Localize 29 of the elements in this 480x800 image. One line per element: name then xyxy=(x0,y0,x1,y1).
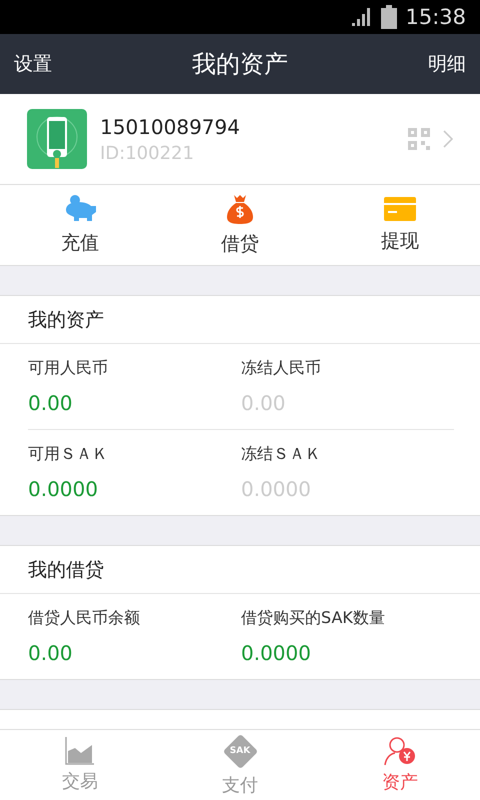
battery-icon xyxy=(381,5,398,29)
page-title: 我的资产 xyxy=(192,49,288,80)
area-chart-icon xyxy=(65,737,95,765)
status-time: 15:38 xyxy=(405,5,466,29)
chevron-right-icon xyxy=(443,130,453,148)
qr-code-icon[interactable] xyxy=(408,128,430,150)
balance-label: 冻结人民币 xyxy=(241,358,322,379)
card-icon xyxy=(383,196,417,222)
balance-label: 可用ＳＡＫ xyxy=(28,444,109,465)
section-title: 我的借贷 xyxy=(28,558,104,582)
balance-value: 0.00 xyxy=(28,391,74,415)
balance-label: 冻结ＳＡＫ xyxy=(241,444,322,465)
money-bag-icon xyxy=(224,193,256,225)
action-button[interactable]: 充值 xyxy=(0,185,160,265)
action-button[interactable]: 借贷 xyxy=(160,185,320,265)
balance-value: 0.00 xyxy=(28,641,74,665)
settings-link[interactable]: 设置 xyxy=(14,51,52,77)
details-link[interactable]: 明细 xyxy=(428,51,466,77)
balance-label: 可用人民币 xyxy=(28,358,109,379)
user-yuan-icon xyxy=(383,736,417,766)
balance-value: 0.0000 xyxy=(241,641,312,665)
balance-value: 0.0000 xyxy=(28,477,99,501)
action-button[interactable]: 提现 xyxy=(320,185,480,265)
app-logo-icon xyxy=(27,109,87,169)
balance-label: 借贷购买的SAK数量 xyxy=(241,608,386,629)
balance-label: 借贷人民币余额 xyxy=(28,608,141,629)
phone-number: 15010089794 xyxy=(100,114,241,138)
section-title: 我的资产 xyxy=(28,308,104,332)
nav-tab[interactable]: 资产 xyxy=(320,730,480,800)
